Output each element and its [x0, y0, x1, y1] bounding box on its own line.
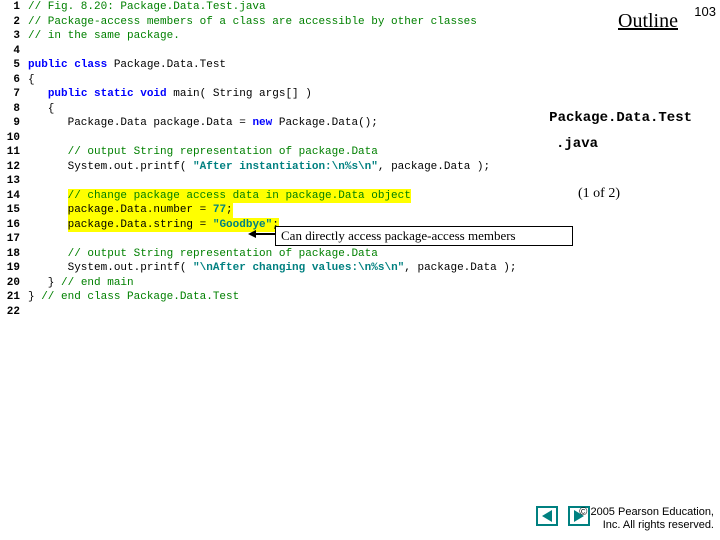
code-keyword: public static void	[48, 87, 167, 102]
code-text	[28, 247, 68, 262]
code-text: Package.Data();	[272, 116, 378, 131]
line-number: 22	[0, 305, 20, 320]
code-comment: // end main	[61, 276, 134, 291]
code-text	[28, 203, 68, 218]
callout-arrow-icon	[252, 233, 276, 235]
file-extension-label: .java	[556, 136, 598, 152]
line-number: 8	[0, 102, 20, 117]
code-comment: // output String representation of packa…	[68, 247, 378, 262]
code-text: }	[28, 276, 61, 291]
line-number: 16	[0, 218, 20, 233]
footer-line: © 2005 Pearson Education,	[579, 506, 714, 519]
line-number: 3	[0, 29, 20, 44]
code-text: System.out.printf(	[28, 261, 193, 276]
code-text: , package.Data );	[404, 261, 516, 276]
code-string-highlighted: "Goodbye"	[213, 218, 272, 233]
line-number: 18	[0, 247, 20, 262]
slide: 103 Outline 1// Fig. 8.20: Package.Data.…	[0, 0, 720, 540]
code-text: Package.Data.Test	[107, 58, 226, 73]
line-number: 12	[0, 160, 20, 175]
line-number: 10	[0, 131, 20, 146]
code-text-highlighted: ;	[226, 203, 233, 218]
code-text	[28, 189, 68, 204]
line-number: 9	[0, 116, 20, 131]
line-number: 7	[0, 87, 20, 102]
line-number: 11	[0, 145, 20, 160]
line-number: 5	[0, 58, 20, 73]
line-number: 2	[0, 15, 20, 30]
code-text-highlighted: package.Data.string =	[68, 218, 213, 233]
code-string: "\nAfter changing values:\n%s\n"	[193, 261, 404, 276]
code-text: Package.Data package.Data =	[28, 116, 252, 131]
triangle-left-icon	[542, 510, 552, 522]
code-comment: // Package-access members of a class are…	[28, 15, 477, 30]
code-text: main( String args[] )	[167, 87, 312, 102]
line-number: 17	[0, 232, 20, 247]
code-block: 1 // Fig. 8.20: Package.Data.Test.java 2 /…	[0, 0, 550, 319]
line-number: 4	[0, 44, 20, 59]
outline-heading: Outline	[618, 10, 678, 33]
code-keyword: new	[252, 116, 272, 131]
footer-line: Inc. All rights reserved.	[579, 519, 714, 532]
class-name-label: Package.Data.Test	[549, 110, 692, 126]
line-number: 14	[0, 189, 20, 204]
page-number: 103	[694, 4, 716, 19]
line-number: 15	[0, 203, 20, 218]
code-text: System.out.printf(	[28, 160, 193, 175]
line-number: 6	[0, 73, 20, 88]
code-text-highlighted: package.Data.number =	[68, 203, 213, 218]
code-text: {	[28, 73, 35, 88]
code-text: {	[28, 102, 54, 117]
code-comment: // output String representation of packa…	[68, 145, 378, 160]
code-comment-highlighted: // change package access data in package…	[68, 189, 411, 204]
code-string: "After instantiation:\n%s\n"	[193, 160, 378, 175]
code-comment: // Fig. 8.20: Package.Data.Test.java	[28, 0, 266, 15]
code-text	[28, 145, 68, 160]
code-text: }	[28, 290, 41, 305]
part-label: (1 of 2)	[578, 186, 620, 202]
line-number: 13	[0, 174, 20, 189]
line-number: 20	[0, 276, 20, 291]
code-text: , package.Data );	[378, 160, 490, 175]
callout-box: Can directly access package-access membe…	[275, 226, 573, 246]
line-number: 21	[0, 290, 20, 305]
code-keyword: public class	[28, 58, 107, 73]
code-comment: // in the same package.	[28, 29, 180, 44]
copyright-footer: © 2005 Pearson Education, Inc. All right…	[579, 506, 714, 532]
code-text	[28, 87, 48, 102]
code-text	[28, 218, 68, 233]
code-number-highlighted: 77	[213, 203, 226, 218]
prev-button[interactable]	[536, 506, 558, 526]
line-number: 19	[0, 261, 20, 276]
code-comment: // end class Package.Data.Test	[41, 290, 239, 305]
line-number: 1	[0, 0, 20, 15]
